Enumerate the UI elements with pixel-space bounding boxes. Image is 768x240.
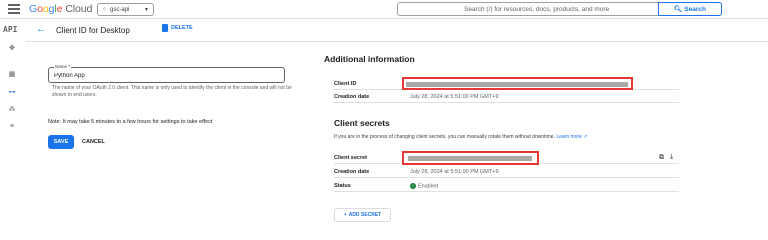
page-header: ← Client ID for Desktop DELETE xyxy=(26,20,768,42)
google-cloud-logo[interactable]: Google Cloud xyxy=(29,3,92,15)
copy-icon[interactable]: ⧉ xyxy=(659,154,664,162)
back-arrow-icon[interactable]: ← xyxy=(36,24,46,35)
api-product-label: API xyxy=(3,25,18,34)
menu-icon[interactable] xyxy=(8,4,20,14)
secret-creation-date-label: Creation date xyxy=(334,169,370,175)
search-icon: 🔍︎ xyxy=(674,6,683,13)
status-value: ✓ Enabled xyxy=(410,183,438,189)
creation-date-value: July 28, 2024 at 5:51:00 PM GMT+9 xyxy=(410,94,499,100)
settings-icon[interactable]: ≡ xyxy=(6,120,18,132)
name-help-text: The name of your OAuth 2.0 client. This … xyxy=(52,85,292,98)
top-bar: GoogleCloud ⁘ gsc-api ▼ 🔍︎ Search xyxy=(0,0,768,19)
name-field-label: Name * xyxy=(54,64,72,69)
library-icon[interactable]: ▦ xyxy=(6,68,18,80)
settings-note: Note: It may take 5 minutes to a few hou… xyxy=(48,119,213,125)
learn-more-link[interactable]: Learn more xyxy=(556,134,582,140)
name-field xyxy=(48,67,285,83)
search-button[interactable]: 🔍︎ Search xyxy=(658,2,722,16)
download-icon[interactable]: ⤓ xyxy=(670,153,673,161)
project-name: gsc-api xyxy=(110,6,130,13)
secret-creation-date-row: Creation date July 28, 2024 at 5:51:00 P… xyxy=(334,167,679,178)
additional-info-title: Additional information xyxy=(324,54,415,64)
consent-icon[interactable]: ⁂ xyxy=(6,103,18,115)
page-title: Client ID for Desktop xyxy=(56,26,130,35)
client-secrets-title: Client secrets xyxy=(334,118,390,128)
creation-date-row: Creation date July 28, 2024 at 5:51:00 P… xyxy=(334,92,679,103)
credentials-icon[interactable]: ⊶ xyxy=(6,86,18,98)
delete-button-label: DELETE xyxy=(171,25,193,31)
delete-button[interactable]: DELETE xyxy=(162,24,193,32)
client-secret-label: Client secret xyxy=(334,155,368,161)
secret-creation-date-value: July 28, 2024 at 5:51:00 PM GMT+9 xyxy=(410,169,499,175)
check-circle-icon: ✓ xyxy=(410,183,416,189)
project-icon: ⁘ xyxy=(102,7,108,13)
creation-date-label: Creation date xyxy=(334,94,370,100)
status-label: Status xyxy=(334,183,351,189)
left-rail: API ✥ ▦ ⊶ ⁂ ≡ xyxy=(0,20,26,239)
trash-icon xyxy=(162,24,168,32)
logo-cloud-text: Cloud xyxy=(65,3,93,15)
plus-icon: + xyxy=(343,212,347,218)
cancel-button[interactable]: CANCEL xyxy=(82,135,105,149)
add-secret-label: ADD SECRET xyxy=(348,212,382,218)
status-row: Status ✓ Enabled xyxy=(334,181,679,192)
search-input[interactable] xyxy=(398,3,660,15)
client-id-highlight xyxy=(402,77,633,90)
client-id-label: Client ID xyxy=(334,81,357,87)
client-secrets-description-text: If you are in the process of changing cl… xyxy=(334,134,555,140)
name-input[interactable] xyxy=(54,70,279,81)
logo-letter: G xyxy=(29,3,38,15)
client-secret-highlight xyxy=(402,151,539,165)
search-bar: 🔍︎ Search xyxy=(397,2,722,16)
add-secret-button[interactable]: + ADD SECRET xyxy=(334,208,391,222)
search-button-label: Search xyxy=(684,5,706,13)
project-picker[interactable]: ⁘ gsc-api ▼ xyxy=(97,3,154,16)
status-value-text: Enabled xyxy=(418,183,439,190)
logo-letter: e xyxy=(56,3,63,15)
chevron-down-icon: ▼ xyxy=(144,6,149,13)
external-link-icon: ↗ xyxy=(583,134,588,140)
api-dashboard-icon[interactable]: ✥ xyxy=(6,42,18,54)
save-button[interactable]: SAVE xyxy=(48,135,74,149)
client-secrets-description: If you are in the process of changing cl… xyxy=(334,134,588,140)
